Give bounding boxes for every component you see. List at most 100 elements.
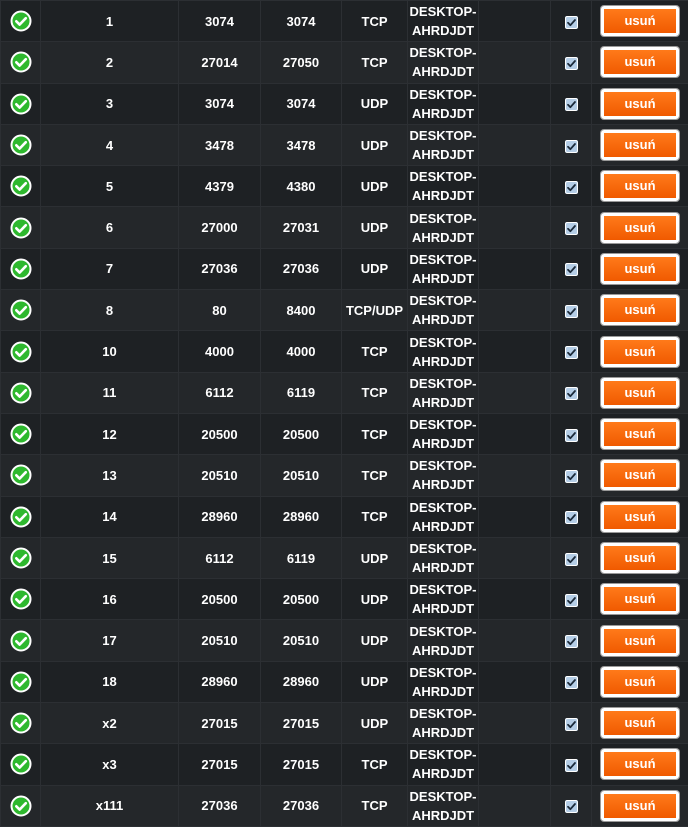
host-name-line2: AHRDJDT [412, 395, 474, 410]
internal-port: 27015 [261, 703, 342, 744]
delete-button[interactable]: usuń [601, 708, 679, 738]
empty-cell [479, 661, 551, 702]
status-cell [1, 579, 41, 620]
enabled-checkbox[interactable] [565, 57, 578, 70]
delete-button[interactable]: usuń [601, 213, 679, 243]
internal-port: 3074 [261, 1, 342, 42]
table-row: x3 27015 27015 TCP DESKTOP- AHRDJDT usuń [1, 744, 688, 785]
enabled-checkbox[interactable] [565, 181, 578, 194]
delete-button[interactable]: usuń [601, 254, 679, 284]
host-name-line1: DESKTOP- [410, 4, 477, 19]
rule-id: 10 [41, 331, 179, 372]
enabled-checkbox[interactable] [565, 387, 578, 400]
host-name-line2: AHRDJDT [412, 312, 474, 327]
action-cell: usuń [592, 455, 688, 496]
enabled-checkbox[interactable] [565, 594, 578, 607]
host-name: DESKTOP- AHRDJDT [408, 83, 479, 124]
action-cell: usuń [592, 290, 688, 331]
protocol: TCP [342, 785, 408, 826]
protocol: TCP [342, 744, 408, 785]
internal-port: 20500 [261, 579, 342, 620]
delete-button[interactable]: usuń [601, 419, 679, 449]
delete-button[interactable]: usuń [601, 460, 679, 490]
enabled-checkbox[interactable] [565, 800, 578, 813]
external-port: 27014 [179, 42, 261, 83]
delete-button[interactable]: usuń [601, 378, 679, 408]
rule-id: 1 [41, 1, 179, 42]
enabled-checkbox[interactable] [565, 759, 578, 772]
delete-button[interactable]: usuń [601, 584, 679, 614]
action-cell: usuń [592, 579, 688, 620]
enabled-checkbox[interactable] [565, 429, 578, 442]
internal-port: 8400 [261, 290, 342, 331]
internal-port: 27031 [261, 207, 342, 248]
external-port: 27015 [179, 703, 261, 744]
delete-button[interactable]: usuń [601, 749, 679, 779]
checkbox-checked-icon [565, 305, 578, 318]
external-port: 3478 [179, 124, 261, 165]
delete-button[interactable]: usuń [601, 130, 679, 160]
rule-id: 12 [41, 413, 179, 454]
check-circle-icon [10, 175, 32, 197]
enabled-cell [551, 579, 592, 620]
internal-port: 27015 [261, 744, 342, 785]
host-name-line2: AHRDJDT [412, 684, 474, 699]
delete-button[interactable]: usuń [601, 171, 679, 201]
rule-id: 15 [41, 537, 179, 578]
checkbox-checked-icon [565, 429, 578, 442]
rule-id: 5 [41, 166, 179, 207]
host-name-line2: AHRDJDT [412, 354, 474, 369]
delete-button[interactable]: usuń [601, 47, 679, 77]
host-name: DESKTOP- AHRDJDT [408, 744, 479, 785]
enabled-checkbox[interactable] [565, 718, 578, 731]
enabled-checkbox[interactable] [565, 16, 578, 29]
delete-button[interactable]: usuń [601, 89, 679, 119]
delete-button[interactable]: usuń [601, 543, 679, 573]
enabled-cell [551, 372, 592, 413]
table-row: 6 27000 27031 UDP DESKTOP- AHRDJDT usuń [1, 207, 688, 248]
enabled-checkbox[interactable] [565, 470, 578, 483]
host-name-line1: DESKTOP- [410, 500, 477, 515]
status-cell [1, 496, 41, 537]
delete-button[interactable]: usuń [601, 6, 679, 36]
enabled-checkbox[interactable] [565, 676, 578, 689]
host-name-line2: AHRDJDT [412, 23, 474, 38]
enabled-checkbox[interactable] [565, 553, 578, 566]
enabled-checkbox[interactable] [565, 635, 578, 648]
enabled-checkbox[interactable] [565, 140, 578, 153]
enabled-checkbox[interactable] [565, 98, 578, 111]
checkbox-checked-icon [565, 16, 578, 29]
empty-cell [479, 290, 551, 331]
empty-cell [479, 42, 551, 83]
enabled-checkbox[interactable] [565, 222, 578, 235]
protocol: UDP [342, 124, 408, 165]
delete-button[interactable]: usuń [601, 791, 679, 821]
port-forwarding-table: 1 3074 3074 TCP DESKTOP- AHRDJDT usuń [0, 0, 688, 827]
host-name: DESKTOP- AHRDJDT [408, 413, 479, 454]
check-circle-icon [10, 630, 32, 652]
enabled-checkbox[interactable] [565, 511, 578, 524]
enabled-checkbox[interactable] [565, 305, 578, 318]
delete-button[interactable]: usuń [601, 337, 679, 367]
enabled-cell [551, 413, 592, 454]
host-name: DESKTOP- AHRDJDT [408, 166, 479, 207]
delete-button[interactable]: usuń [601, 502, 679, 532]
internal-port: 20510 [261, 620, 342, 661]
host-name-line1: DESKTOP- [410, 417, 477, 432]
delete-button[interactable]: usuń [601, 295, 679, 325]
enabled-checkbox[interactable] [565, 263, 578, 276]
checkbox-checked-icon [565, 470, 578, 483]
protocol: UDP [342, 537, 408, 578]
external-port: 20510 [179, 620, 261, 661]
checkbox-checked-icon [565, 759, 578, 772]
check-circle-icon [10, 134, 32, 156]
action-cell: usuń [592, 83, 688, 124]
table-row: 14 28960 28960 TCP DESKTOP- AHRDJDT usuń [1, 496, 688, 537]
delete-button[interactable]: usuń [601, 667, 679, 697]
delete-button[interactable]: usuń [601, 626, 679, 656]
enabled-checkbox[interactable] [565, 346, 578, 359]
action-cell: usuń [592, 248, 688, 289]
action-cell: usuń [592, 785, 688, 826]
rule-id: x3 [41, 744, 179, 785]
status-cell [1, 248, 41, 289]
